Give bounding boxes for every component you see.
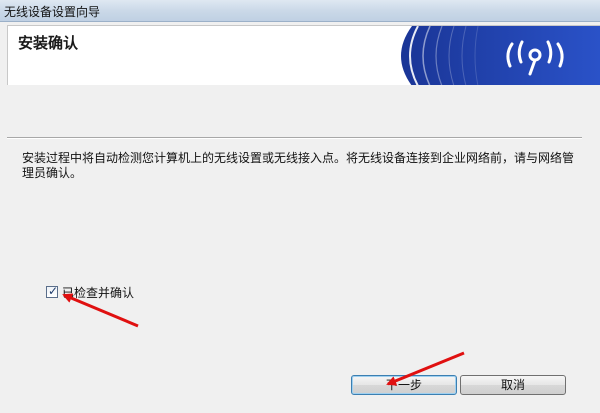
install-message: 安装过程中将自动检测您计算机上的无线设置或无线接入点。将无线设备连接到企业网络前… [22, 151, 575, 180]
separator-line [7, 137, 582, 139]
wizard-window: 无线设备设置向导 安装确认 安装过程中将自动检测您计算机上的无线设置或无线接入点… [0, 0, 600, 413]
window-title: 无线设备设置向导 [4, 5, 101, 19]
checkmark-icon: ✓ [48, 284, 59, 298]
cancel-button[interactable]: 取消 [460, 375, 566, 395]
page-title: 安装确认 [18, 34, 79, 52]
header-panel: 安装确认 [7, 25, 600, 85]
title-bar: 无线设备设置向导 [0, 0, 600, 22]
next-button[interactable]: 下一步 [351, 375, 457, 395]
confirm-checkbox[interactable]: ✓ [46, 284, 59, 298]
confirm-checkbox-label[interactable]: 已检查并确认 [62, 284, 134, 301]
wireless-signal-icon [401, 26, 600, 85]
confirm-checkbox-row[interactable]: ✓ 已检查并确认 [46, 284, 134, 300]
